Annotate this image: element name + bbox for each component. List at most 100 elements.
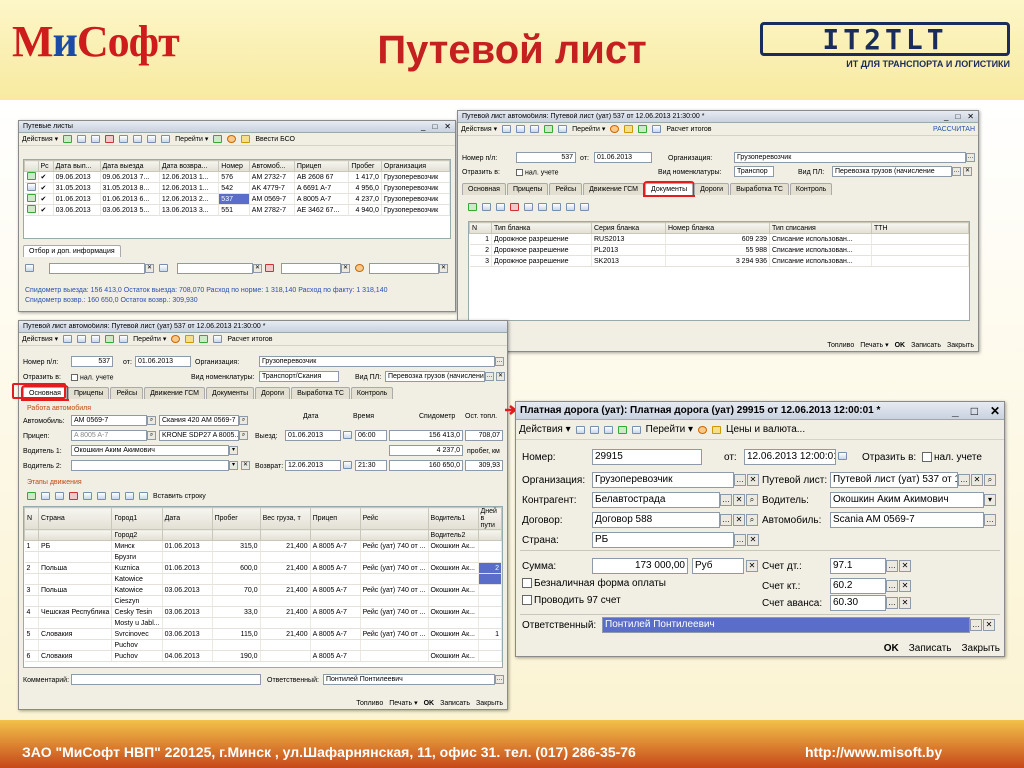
clear-button[interactable]: ✕ [341, 264, 350, 273]
select-button[interactable]: … [984, 514, 996, 526]
clear-button[interactable]: ✕ [733, 494, 745, 506]
table-row[interactable]: 1 Дорожное разрешение RUS2013 609 239 Списан… [469, 233, 969, 245]
move-up-icon[interactable] [538, 203, 547, 211]
move-up-icon[interactable] [97, 492, 106, 500]
select-button[interactable]: … [970, 619, 982, 631]
waybill-type-field[interactable]: Перевозка грузов (начисление [385, 371, 485, 382]
calendar-icon[interactable] [343, 431, 352, 439]
col-header[interactable]: Серия бланка [591, 222, 666, 234]
search-icon[interactable]: ⌕ [746, 514, 758, 526]
select-button[interactable]: … [734, 534, 746, 546]
trailer-field[interactable]: A 8005 A-7 [71, 430, 147, 441]
departure-fuel-field[interactable]: 708,07 [465, 430, 503, 441]
date-field[interactable]: 01.06.2013 [135, 356, 191, 367]
actions-menu[interactable]: Действия ▾ [519, 424, 571, 435]
chevron-down-icon[interactable]: ▾ [229, 461, 238, 470]
col-header[interactable]: Рс [37, 160, 54, 172]
delete-row-icon[interactable] [69, 492, 78, 500]
filter-field-1[interactable] [49, 263, 145, 274]
tab-control[interactable]: Контроль [789, 183, 833, 195]
table-row[interactable]: 4 Чешская Республика Cesky Tesin 03.06.2013… [24, 606, 502, 618]
table-row[interactable]: 5 Словакия Svrcinovec 03.06.2013 115,0 21,400… [24, 628, 502, 640]
reload-icon[interactable] [213, 135, 223, 143]
clear-button[interactable]: ✕ [253, 264, 262, 273]
nomenclature-field[interactable]: Транспорт/Скания [259, 371, 339, 382]
col-header[interactable]: Дата выезда [99, 160, 160, 172]
tab-filter[interactable]: Отбор и доп. информация [23, 245, 121, 257]
organization-field[interactable]: Грузоперевозчик [592, 472, 734, 488]
select-button[interactable]: … [485, 372, 494, 381]
credit-account-field[interactable]: 60.2 [830, 578, 886, 594]
copy-row-icon[interactable] [482, 203, 491, 211]
tab-main[interactable]: Основная [462, 183, 506, 195]
save-button[interactable]: Записать [440, 700, 470, 707]
help-icon[interactable] [610, 125, 620, 133]
col-header[interactable]: Номер бланка [665, 222, 770, 234]
close-icon[interactable]: ✕ [990, 404, 1000, 418]
save-icon[interactable] [575, 425, 585, 434]
copy-row-icon[interactable] [41, 492, 50, 500]
table-row[interactable]: 2 Польша Kuznica 01.06.2013 600,0 21,400 A 800… [24, 562, 502, 574]
clear-button[interactable]: ✕ [747, 534, 759, 546]
search-icon[interactable]: ⌕ [239, 431, 248, 440]
sort-desc-icon[interactable] [580, 203, 589, 211]
clear-button[interactable]: ✕ [899, 597, 911, 609]
tax-accounting-checkbox[interactable]: нал. учете [922, 452, 982, 463]
date-field[interactable]: 12.06.2013 12:00:01 [744, 449, 836, 465]
table-row[interactable]: ✔ 09.06.2013 09.06.2013 7... 12.06.2013 1..… [24, 171, 451, 183]
structure-icon[interactable] [617, 425, 627, 434]
move-down-icon[interactable] [552, 203, 561, 211]
col-header[interactable]: Дата вып... [52, 160, 101, 172]
waybill-number-field[interactable]: 537 [516, 152, 576, 163]
col-header[interactable]: Водитель1 [427, 507, 479, 530]
fuel-icon[interactable] [638, 125, 648, 133]
post-icon[interactable] [77, 335, 87, 343]
col-header[interactable]: Страна [37, 507, 113, 530]
tab-trips[interactable]: Рейсы [549, 183, 583, 195]
route-icon[interactable] [652, 125, 662, 133]
minimize-icon[interactable]: _ [421, 122, 425, 131]
maximize-icon[interactable]: □ [971, 404, 978, 418]
maximize-icon[interactable]: □ [432, 122, 437, 131]
waybill-number-field[interactable]: 537 [71, 356, 113, 367]
help-icon[interactable] [171, 335, 181, 343]
print-menu[interactable]: Печать ▾ [860, 341, 888, 349]
col-header[interactable]: Прицеп [309, 507, 361, 530]
save-button[interactable]: Записать [909, 643, 952, 654]
route-icon[interactable] [213, 335, 223, 343]
vehicle-field[interactable]: Scania AM 0569-7 [830, 512, 984, 528]
document-number-field[interactable]: 29915 [592, 449, 702, 465]
search-icon[interactable]: ⌕ [147, 416, 156, 425]
col-header[interactable]: Рейс [359, 507, 429, 530]
sort-asc-icon[interactable] [566, 203, 575, 211]
tab-roads[interactable]: Дороги [255, 387, 291, 399]
departure-date-field[interactable]: 01.06.2013 [285, 430, 341, 441]
insert-row-button[interactable]: Вставить строку [153, 493, 206, 500]
sort-desc-icon[interactable] [139, 492, 148, 500]
calc-totals-button[interactable]: Расчет итогов [666, 126, 711, 133]
end-edit-icon[interactable] [524, 203, 533, 211]
table-row[interactable]: 2 Дорожное разрешение PL2013 55 988 Списание… [469, 244, 969, 256]
search-icon[interactable]: ⌕ [984, 474, 996, 486]
clear-button[interactable]: ✕ [899, 580, 911, 592]
fuel-button[interactable]: Топливо [827, 342, 854, 349]
tab-documents[interactable]: Документы [206, 387, 255, 399]
minimize-icon[interactable]: _ [944, 112, 948, 121]
tab-trailers[interactable]: Прицепы [67, 387, 110, 399]
ok-button[interactable]: OK [884, 643, 899, 654]
return-time-field[interactable]: 21:30 [355, 460, 387, 471]
copy-icon[interactable] [603, 425, 613, 434]
currency-field[interactable]: Руб [692, 558, 744, 574]
help-icon[interactable] [698, 425, 708, 434]
actions-menu[interactable]: Действия ▾ [461, 125, 497, 133]
organization-field[interactable]: Грузоперевозчик [259, 356, 495, 367]
select-button[interactable]: … [966, 153, 975, 162]
clear-button[interactable]: ✕ [963, 167, 972, 176]
print-icon[interactable] [631, 425, 641, 434]
select-button[interactable]: … [886, 560, 898, 572]
clear-button[interactable]: ✕ [145, 264, 154, 273]
fuel-icon[interactable] [199, 335, 209, 343]
tax-accounting-checkbox[interactable]: нал. учете [71, 374, 114, 381]
select-button[interactable]: … [734, 474, 746, 486]
col-header[interactable]: Вес груза, т [259, 507, 311, 530]
